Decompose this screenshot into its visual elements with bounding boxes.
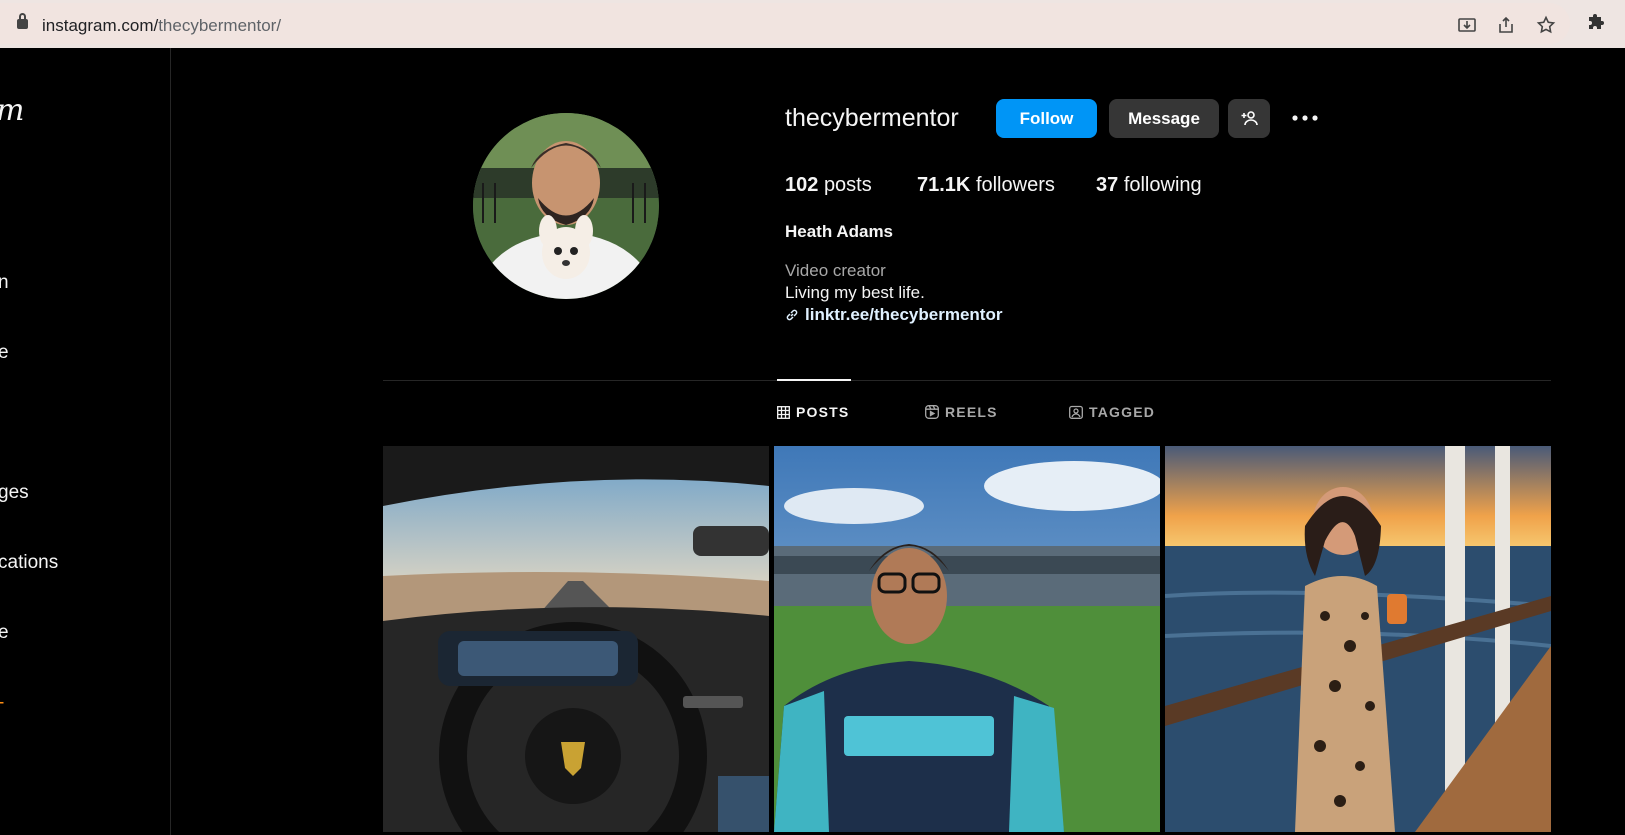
sidebar-item-search[interactable]: n: [0, 272, 9, 294]
posts-count: 102 posts: [785, 174, 872, 196]
link-icon: [786, 309, 798, 321]
post-thumbnail[interactable]: [383, 446, 769, 832]
extensions-icon[interactable]: [1586, 12, 1608, 34]
share-icon[interactable]: [1495, 15, 1517, 37]
instagram-logo[interactable]: m: [0, 93, 24, 128]
profile-link[interactable]: linktr.ee/thecybermentor: [785, 305, 1002, 325]
address-bar[interactable]: instagram.com/thecybermentor/: [0, 3, 1570, 44]
following-count[interactable]: 37 following: [1096, 174, 1202, 197]
suggested-users-button[interactable]: [1228, 99, 1270, 138]
bookmark-star-icon[interactable]: [1535, 15, 1557, 37]
active-tab-indicator: [777, 379, 851, 381]
tab-reels[interactable]: REELS: [925, 404, 998, 420]
profile-username: thecybermentor: [785, 104, 959, 132]
browser-toolbar: instagram.com/thecybermentor/: [0, 0, 1625, 48]
lock-icon[interactable]: [17, 13, 28, 29]
profile-category: Video creator: [785, 261, 886, 280]
profile-bio: Living my best life.: [785, 283, 925, 302]
follow-button[interactable]: Follow: [996, 99, 1097, 138]
left-nav-sidebar: m n e ges cations e -: [0, 48, 171, 835]
sidebar-item-explore[interactable]: e: [0, 342, 9, 364]
tab-tagged[interactable]: TAGGED: [1069, 404, 1155, 420]
sidebar-item-messages[interactable]: ges: [0, 482, 29, 504]
sidebar-item-notifications[interactable]: cations: [0, 552, 58, 574]
url-text[interactable]: instagram.com/thecybermentor/: [42, 16, 281, 36]
profile-avatar[interactable]: [473, 113, 659, 299]
post-thumbnail[interactable]: [1165, 446, 1551, 832]
sidebar-item-profile[interactable]: -: [0, 692, 4, 714]
install-icon[interactable]: [1456, 15, 1478, 37]
profile-full-name: Heath Adams: [785, 222, 894, 241]
grid-icon: [777, 406, 790, 419]
tab-posts[interactable]: POSTS: [777, 404, 849, 420]
sidebar-item-create[interactable]: e: [0, 622, 9, 644]
tagged-icon: [1069, 405, 1083, 419]
more-options-icon[interactable]: [1290, 104, 1320, 132]
add-user-icon: [1241, 111, 1258, 126]
reels-icon: [925, 405, 939, 419]
post-thumbnail[interactable]: [774, 446, 1160, 832]
followers-count[interactable]: 71.1K followers: [917, 174, 1055, 197]
message-button[interactable]: Message: [1109, 99, 1219, 138]
tabs-divider: [383, 380, 1551, 381]
